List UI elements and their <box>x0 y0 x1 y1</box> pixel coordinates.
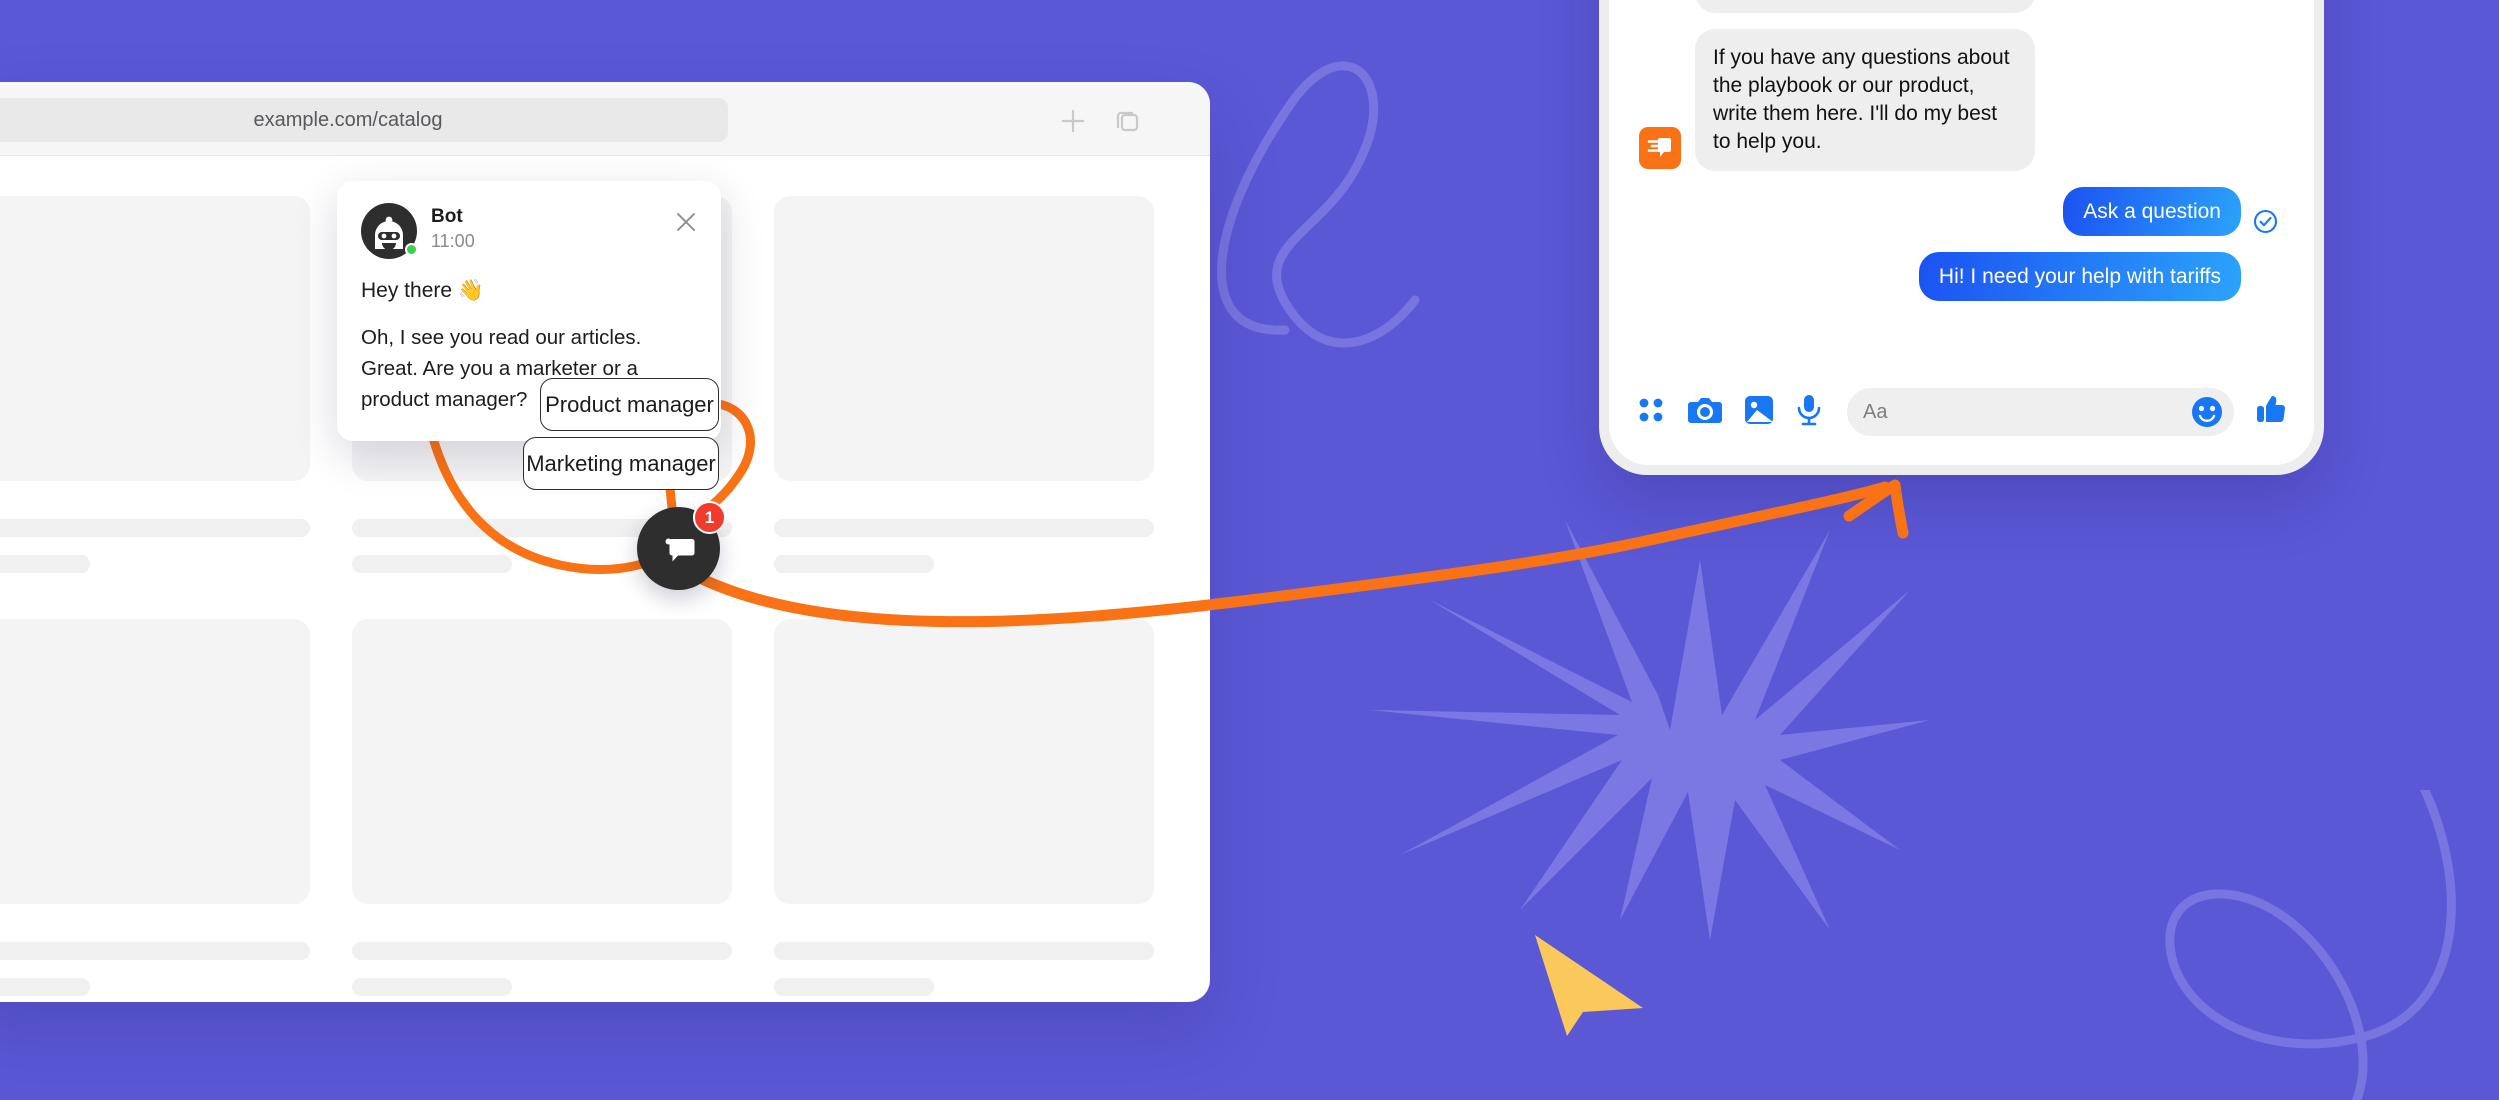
chat-lines-logo-icon <box>1639 126 1681 169</box>
skeleton-line <box>0 555 90 573</box>
bot-timestamp: 11:00 <box>431 230 475 251</box>
check-circle-icon <box>2253 209 2278 234</box>
skeleton-card <box>352 619 732 904</box>
plus-icon[interactable] <box>1056 104 1090 138</box>
skeleton-card <box>774 196 1154 481</box>
loop-curve-bottom-icon <box>2165 790 2456 1100</box>
loop-curve-top-icon <box>1217 61 1420 348</box>
skeleton-line <box>352 942 732 960</box>
address-bar[interactable]: example.com/catalog <box>0 98 728 142</box>
skeleton-card <box>0 619 310 904</box>
catalog-column <box>774 196 1154 1002</box>
message-row: If you have any questions about the play… <box>1639 29 2278 171</box>
skeleton-line <box>774 978 934 996</box>
quick-reply-label: Product manager <box>545 391 714 417</box>
bot-name: Bot <box>431 206 463 227</box>
url-text: example.com/catalog <box>253 108 443 131</box>
thumbs-up-icon[interactable] <box>2254 393 2288 432</box>
skeleton-line <box>774 942 1154 960</box>
skeleton-line <box>352 555 512 573</box>
message-bubble-incoming[interactable]: Hey there I have a gift for you, it's a … <box>1695 0 2035 14</box>
message-row: Hey there I have a gift for you, it's a … <box>1639 0 2278 14</box>
status-badge <box>405 243 418 256</box>
skeleton-card <box>774 619 1154 904</box>
message-input[interactable]: Aa <box>1847 388 2234 436</box>
microphone-icon[interactable] <box>1795 393 1823 432</box>
smiley-icon[interactable] <box>2190 395 2224 434</box>
unread-badge: 1 <box>693 501 726 534</box>
skeleton-line <box>352 978 512 996</box>
messenger-conversation: Hello Hey there I have a gift for you, i… <box>1609 0 2314 359</box>
chat-bubble-icon <box>665 538 694 561</box>
message-bubble-outgoing[interactable]: Hi! I need your help with tariffs <box>1918 252 2241 302</box>
message-bubble-incoming[interactable]: If you have any questions about the play… <box>1695 29 2035 171</box>
copy-tabs-icon[interactable] <box>1111 104 1145 138</box>
skeleton-line <box>0 978 90 996</box>
skeleton-line <box>774 519 1154 537</box>
bot-card-meta: Bot 11:00 <box>431 203 475 252</box>
message-input-placeholder: Aa <box>1863 400 1888 423</box>
phone-mockup: Hello Hey there I have a gift for you, i… <box>1599 0 2324 475</box>
catalog-column <box>0 196 310 1002</box>
quick-reply-label: Marketing manager <box>526 450 716 476</box>
starburst-shape-icon <box>1370 520 1930 940</box>
skeleton-card <box>0 196 310 481</box>
quick-reply-product-manager[interactable]: Product manager <box>540 378 719 431</box>
camera-icon[interactable] <box>1687 393 1723 432</box>
four-dots-grid-icon[interactable] <box>1635 394 1667 431</box>
bot-card-header: Bot 11:00 <box>361 203 697 259</box>
chat-launcher-button[interactable]: 1 <box>637 501 726 590</box>
message-bubble-outgoing[interactable]: Ask a question <box>2063 186 2241 237</box>
browser-chrome: example.com/catalog <box>0 82 1210 156</box>
skeleton-line <box>0 519 310 537</box>
avatar <box>361 203 418 259</box>
page-root: example.com/catalog Bot 11:00 Hey there … <box>0 0 2499 1100</box>
messenger-input-bar: Aa <box>1609 359 2314 465</box>
bot-greeting-text: Hey there 👋 <box>361 279 485 302</box>
message-row: Ask a question <box>1639 186 2278 237</box>
cursor-arrow-shape-icon <box>1535 935 1643 1036</box>
skeleton-line <box>0 942 310 960</box>
close-icon[interactable] <box>673 209 699 235</box>
message-row: Hi! I need your help with tariffs <box>1639 252 2278 302</box>
image-icon[interactable] <box>1743 393 1775 432</box>
phone-screen: Hello Hey there I have a gift for you, i… <box>1609 0 2314 465</box>
seen-spacer <box>2253 274 2278 299</box>
quick-reply-marketing-manager[interactable]: Marketing manager <box>523 437 719 490</box>
skeleton-line <box>774 555 934 573</box>
